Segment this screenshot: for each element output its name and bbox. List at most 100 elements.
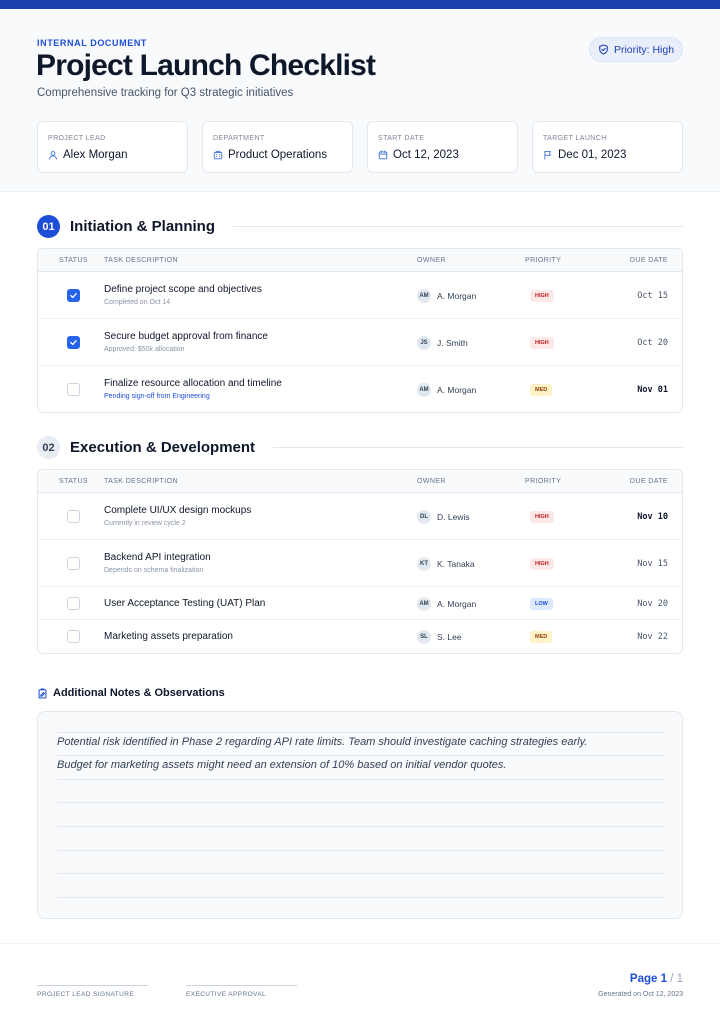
page-footer: PROJECT LEAD SIGNATURE EXECUTIVE APPROVA… xyxy=(0,943,720,1018)
page-subtitle: Comprehensive tracking for Q3 strategic … xyxy=(37,87,294,99)
document-type-label: INTERNAL DOCUMENT xyxy=(37,38,148,48)
clipboard-icon xyxy=(38,688,47,698)
page-number: Page 1 / 1 xyxy=(630,973,683,985)
note-rule xyxy=(57,802,665,803)
page-total: / 1 xyxy=(670,973,683,985)
task-title: Secure budget approval from finance xyxy=(104,331,268,342)
avatar: KT xyxy=(417,557,431,571)
owner-name: A. Morgan xyxy=(437,385,477,395)
task-checkbox[interactable] xyxy=(67,510,80,523)
task-owner: AM A. Morgan xyxy=(417,289,476,303)
task-checkbox[interactable] xyxy=(67,557,80,570)
check-icon xyxy=(70,293,77,299)
signature-line-executive: EXECUTIVE APPROVAL xyxy=(186,985,297,998)
calendar-icon xyxy=(378,150,388,160)
section-title: Initiation & Planning xyxy=(70,218,215,235)
owner-name: J. Smith xyxy=(437,338,468,348)
column-header-priority: PRIORITY xyxy=(525,257,562,264)
task-title: Backend API integration xyxy=(104,552,211,563)
table-header: STATUS TASK DESCRIPTION OWNER PRIORITY D… xyxy=(38,470,682,493)
notes-header: Additional Notes & Observations xyxy=(37,687,225,699)
meta-card-start-date: START DATE Oct 12, 2023 xyxy=(367,121,518,173)
task-checkbox[interactable] xyxy=(67,336,80,349)
meta-label: START DATE xyxy=(378,135,425,142)
meta-value: Product Operations xyxy=(228,149,328,161)
section-divider xyxy=(233,226,683,227)
section-header-execution: 02 Execution & Development xyxy=(37,436,683,459)
task-owner: JS J. Smith xyxy=(417,336,468,350)
column-header-status: STATUS xyxy=(59,478,88,485)
avatar: AM xyxy=(417,383,431,397)
notes-area[interactable]: Potential risk identified in Phase 2 reg… xyxy=(37,711,683,919)
page-current: Page 1 xyxy=(629,973,667,985)
task-title: Complete UI/UX design mockups xyxy=(104,505,252,516)
task-owner: KT K. Tanaka xyxy=(417,557,475,571)
task-owner: DL D. Lewis xyxy=(417,510,470,524)
task-subtext: Depends on schema finalization xyxy=(104,567,204,574)
notes-title: Additional Notes & Observations xyxy=(53,687,225,699)
signature-line-project-lead: PROJECT LEAD SIGNATURE xyxy=(37,985,148,998)
generated-date: Generated on Oct 12, 2023 xyxy=(598,991,683,998)
avatar: JS xyxy=(417,336,431,350)
avatar: SL xyxy=(417,630,431,644)
task-table-initiation: STATUS TASK DESCRIPTION OWNER PRIORITY D… xyxy=(37,248,683,413)
building-icon xyxy=(213,150,223,160)
meta-value: Oct 12, 2023 xyxy=(393,149,459,161)
owner-name: A. Morgan xyxy=(437,599,477,609)
avatar: AM xyxy=(417,597,431,611)
task-owner: AM A. Morgan xyxy=(417,383,476,397)
table-row: Secure budget approval from finance Appr… xyxy=(38,319,682,366)
priority-badge-med: MED xyxy=(530,384,553,396)
meta-value: Alex Morgan xyxy=(63,149,128,161)
column-header-owner: OWNER xyxy=(417,257,446,264)
priority-badge-low: LOW xyxy=(530,598,553,610)
meta-label: TARGET LAUNCH xyxy=(543,135,607,142)
note-line-text: Potential risk identified in Phase 2 reg… xyxy=(57,736,588,748)
avatar: AM xyxy=(417,289,431,303)
user-icon xyxy=(49,151,57,160)
priority-badge: Priority: High xyxy=(589,37,683,62)
note-rule xyxy=(57,850,665,851)
meta-value-row: Product Operations xyxy=(213,149,327,161)
column-header-due: DUE DATE xyxy=(629,257,668,264)
column-header-status: STATUS xyxy=(59,257,88,264)
task-subtext: Completed on Oct 14 xyxy=(104,299,171,306)
task-title: Marketing assets preparation xyxy=(104,631,233,642)
top-accent-bar xyxy=(0,0,720,9)
flag-icon xyxy=(544,150,551,160)
note-rule xyxy=(57,873,665,874)
table-row: User Acceptance Testing (UAT) Plan AM A.… xyxy=(38,587,682,620)
document-header: INTERNAL DOCUMENT Project Launch Checkli… xyxy=(0,9,720,192)
meta-card-department: DEPARTMENT Product Operations xyxy=(202,121,353,173)
task-title: User Acceptance Testing (UAT) Plan xyxy=(104,598,266,609)
section-title: Execution & Development xyxy=(70,439,256,456)
due-date: Oct 20 xyxy=(637,338,668,348)
column-header-task: TASK DESCRIPTION xyxy=(104,478,178,485)
task-table-execution: STATUS TASK DESCRIPTION OWNER PRIORITY D… xyxy=(37,469,683,654)
task-title: Finalize resource allocation and timelin… xyxy=(104,378,282,389)
priority-badge-med: MED xyxy=(530,631,553,643)
column-header-owner: OWNER xyxy=(417,478,446,485)
due-date: Nov 22 xyxy=(637,632,668,642)
table-row: Finalize resource allocation and timelin… xyxy=(38,366,682,412)
avatar: DL xyxy=(417,510,431,524)
priority-badge-label: Priority: High xyxy=(613,43,675,56)
table-header: STATUS TASK DESCRIPTION OWNER PRIORITY D… xyxy=(38,249,682,272)
task-owner: SL S. Lee xyxy=(417,630,462,644)
task-checkbox[interactable] xyxy=(67,289,80,302)
note-rule xyxy=(57,779,665,780)
task-subtext: Approved: $50k allocation xyxy=(104,346,185,353)
note-rule xyxy=(57,732,665,733)
task-subtext: Pending sign-off from Engineering xyxy=(104,393,210,400)
table-row: Backend API integration Depends on schem… xyxy=(38,540,682,587)
due-date: Nov 20 xyxy=(637,599,668,609)
section-divider xyxy=(273,447,683,448)
due-date: Nov 01 xyxy=(637,385,668,395)
note-rule xyxy=(57,826,665,827)
due-date: Nov 15 xyxy=(637,559,668,569)
task-checkbox[interactable] xyxy=(67,630,80,643)
meta-card-project-lead: PROJECT LEAD Alex Morgan xyxy=(37,121,188,173)
task-checkbox[interactable] xyxy=(67,597,80,610)
section-number: 01 xyxy=(37,215,60,238)
task-checkbox[interactable] xyxy=(67,383,80,396)
